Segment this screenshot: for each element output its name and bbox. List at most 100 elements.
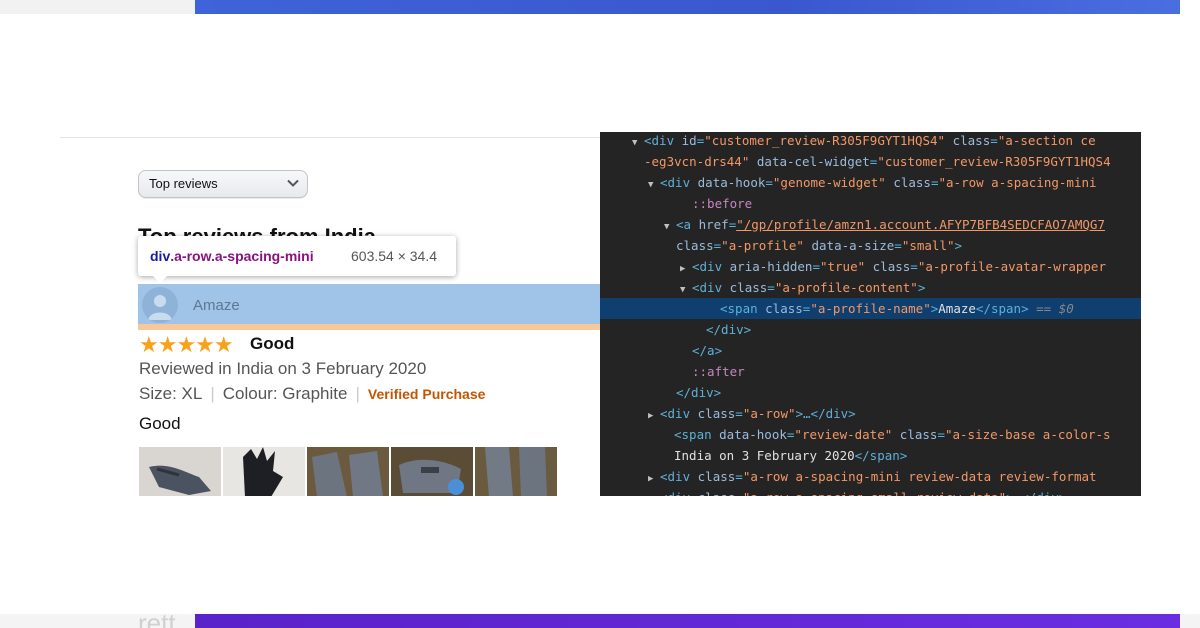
code-token: "a-row a-spacing-small review-data" xyxy=(743,490,1006,496)
separator: | xyxy=(210,384,215,403)
code-token: </div> xyxy=(706,322,752,337)
sort-dropdown[interactable]: Top reviews xyxy=(138,170,308,198)
dom-node-line[interactable]: -eg3vcn-drs44" data-cel-widget="customer… xyxy=(600,151,1111,172)
code-token: id xyxy=(681,133,697,148)
review-image-thumbnail[interactable] xyxy=(223,447,305,496)
code-token: "a-section ce xyxy=(997,133,1096,148)
code-token: class xyxy=(765,301,803,316)
code-token: class xyxy=(729,280,768,295)
review-colour[interactable]: Colour: Graphite xyxy=(223,384,348,403)
code-token: </span> xyxy=(975,301,1029,316)
review-panel: Top reviews Top reviews from India div.a… xyxy=(60,132,600,496)
code-token: class xyxy=(698,490,736,496)
dom-node-line[interactable]: ▼ <div data-hook="genome-widget" class="a… xyxy=(600,172,1097,193)
code-token: <a xyxy=(676,217,699,232)
review-image-thumbnail[interactable] xyxy=(475,447,557,496)
code-token: ::after xyxy=(692,364,745,379)
code-token: "review-date" xyxy=(794,427,893,442)
code-token: </div> xyxy=(676,385,722,400)
inspector-tooltip: div.a-row.a-spacing-mini 603.54 × 34.4 xyxy=(138,236,456,283)
code-token: class xyxy=(872,259,911,274)
code-token: </span> xyxy=(854,448,908,463)
review-attributes: Size: XL | Colour: Graphite | Verified Purch… xyxy=(139,384,485,404)
code-token: = xyxy=(735,490,743,496)
code-token: "a-row a-spacing-mini xyxy=(938,175,1097,190)
partial-heading-text: rett xyxy=(138,614,176,628)
dom-node-line[interactable]: ::after xyxy=(600,361,745,382)
dom-node-line[interactable]: ▼ <div id="customer_review-R305F9GYT1HQS4… xyxy=(600,132,1096,151)
dom-node-selected[interactable]: <span class="a-profile-name">Amaze</span… xyxy=(600,298,1141,319)
review-image-thumbnail[interactable] xyxy=(139,447,221,496)
dom-node-line[interactable]: ▼ <a href="/gp/profile/amzn1.account.AFYP… xyxy=(600,214,1105,235)
code-token: = xyxy=(937,427,945,442)
separator: | xyxy=(355,384,360,403)
dom-node-line[interactable]: ▶ <div class="a-row">…</div> xyxy=(600,403,856,424)
dom-node-line[interactable]: ▶ <div class="a-row a-spacing-mini review… xyxy=(600,466,1097,487)
dom-node-line[interactable]: </a> xyxy=(600,340,722,361)
code-token: "a-profile" xyxy=(721,238,804,253)
code-token: aria-hidden xyxy=(729,259,813,274)
code-token: "a-profile-avatar-wrapper xyxy=(917,259,1106,274)
code-token: data-a-size xyxy=(811,238,895,253)
review-image-thumbnail[interactable] xyxy=(391,447,473,496)
code-token: <span xyxy=(674,427,720,442)
dom-node-line[interactable]: ▶<div class="a-row a-spacing-small revie… xyxy=(600,487,1066,496)
code-token: data-cel-widget xyxy=(756,154,870,169)
code-token: > xyxy=(917,280,926,295)
code-token: > xyxy=(954,238,963,253)
code-token: <div xyxy=(660,406,698,421)
code-token: <div xyxy=(692,280,730,295)
code-token: class xyxy=(899,427,938,442)
review-size: Size: XL xyxy=(139,384,203,403)
dom-node-line[interactable]: ::before xyxy=(600,193,752,214)
code-token: -eg3vcn-drs44" xyxy=(644,154,750,169)
code-token: India on 3 February 2020 xyxy=(674,448,855,463)
code-token: class xyxy=(676,238,714,253)
code-token: class xyxy=(893,175,931,190)
dom-node-line[interactable]: India on 3 February 2020</span> xyxy=(600,445,907,466)
code-token: = xyxy=(735,469,743,484)
code-token: Amaze xyxy=(938,301,976,316)
code-token: "a-size-base a-color-s xyxy=(944,427,1111,442)
code-token: >…</div> xyxy=(1006,490,1066,496)
code-token: <div xyxy=(692,259,730,274)
dom-node-line[interactable]: </div> xyxy=(600,319,751,340)
dom-node-line[interactable]: ▶ <div aria-hidden="true" class="a-profil… xyxy=(600,256,1106,277)
profile-avatar[interactable] xyxy=(142,287,178,323)
code-token: = xyxy=(930,175,939,190)
review-image-thumbnail[interactable] xyxy=(307,447,389,496)
code-token: "small" xyxy=(901,238,955,253)
tooltip-classes: .a-row.a-spacing-mini xyxy=(170,248,314,264)
dom-node-line[interactable]: </div> xyxy=(600,382,721,403)
code-token: >…</div> xyxy=(795,406,856,421)
highlight-padding xyxy=(138,324,600,330)
bottom-left-band: rett xyxy=(0,614,195,628)
code-token: "a-row" xyxy=(742,406,796,421)
code-token: = xyxy=(765,175,773,190)
code-token: "/gp/profile/amzn1.account.AFYP7BFB4SEDC… xyxy=(736,217,1105,232)
code-token: "a-profile-name" xyxy=(810,301,931,316)
tooltip-arrow xyxy=(152,275,168,283)
profile-name[interactable]: Amaze xyxy=(193,297,240,314)
collapse-triangle-icon[interactable]: ▶ xyxy=(648,490,660,496)
review-images xyxy=(139,447,557,496)
review-title[interactable]: Good xyxy=(250,334,294,354)
top-left-band xyxy=(0,0,195,14)
code-token: <div xyxy=(660,175,698,190)
tooltip-selector: div.a-row.a-spacing-mini xyxy=(150,248,314,264)
code-token: class xyxy=(697,406,736,421)
dom-node-line[interactable]: <span data-hook="review-date" class="a-s… xyxy=(600,424,1111,445)
divider xyxy=(60,137,600,138)
star-rating-icon[interactable]: ★★★★★ xyxy=(139,332,234,358)
code-token: = xyxy=(894,238,902,253)
dom-node-line[interactable]: ▼ <div class="a-profile-content"> xyxy=(600,277,925,298)
code-token: data-hook xyxy=(719,427,787,442)
code-token: == $0 xyxy=(1028,301,1074,316)
code-token: "customer_review-R305F9GYT1HQS4 xyxy=(877,154,1111,169)
code-token: href xyxy=(698,217,729,232)
dom-node-line[interactable]: class="a-profile" data-a-size="small"> xyxy=(600,235,962,256)
